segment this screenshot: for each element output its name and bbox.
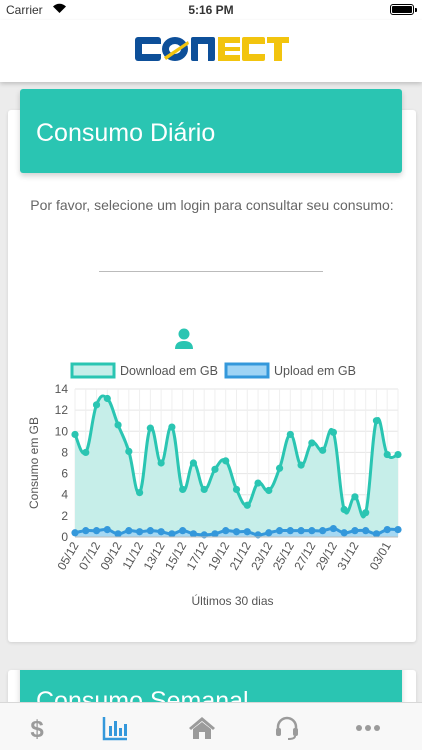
data-point-0 bbox=[157, 459, 165, 467]
data-point-1 bbox=[394, 526, 402, 534]
data-point-0 bbox=[362, 509, 370, 517]
data-point-1 bbox=[92, 527, 101, 535]
data-point-1 bbox=[71, 529, 79, 537]
data-point-0 bbox=[232, 485, 241, 494]
data-point-1 bbox=[189, 530, 198, 538]
y-tick-label: 10 bbox=[55, 424, 69, 438]
data-point-1 bbox=[125, 527, 133, 535]
data-point-0 bbox=[103, 394, 111, 403]
dollar-icon[interactable]: $ bbox=[24, 715, 50, 741]
data-point-0 bbox=[211, 465, 219, 473]
data-point-0 bbox=[297, 461, 305, 469]
data-point-1 bbox=[103, 526, 111, 534]
data-point-0 bbox=[265, 486, 273, 495]
daily-card-header: Consumo Diário bbox=[20, 89, 402, 173]
data-point-0 bbox=[136, 489, 144, 497]
data-point-1 bbox=[114, 530, 122, 538]
data-point-0 bbox=[189, 459, 198, 467]
x-tick-label: 09/12 bbox=[98, 539, 125, 572]
tab-bar: $ bbox=[0, 702, 422, 750]
data-point-1 bbox=[211, 530, 219, 538]
user-icon bbox=[175, 328, 193, 349]
data-point-1 bbox=[308, 527, 316, 535]
bar-chart-icon[interactable] bbox=[102, 715, 128, 741]
login-select-field[interactable] bbox=[99, 256, 323, 272]
legend-label-1: Upload em GB bbox=[274, 364, 356, 378]
y-tick-label: 12 bbox=[55, 403, 69, 417]
y-axis-title: Consumo em GB bbox=[27, 417, 41, 509]
data-point-0 bbox=[125, 447, 133, 455]
x-tick-label: 31/12 bbox=[334, 539, 361, 572]
data-point-0 bbox=[286, 430, 294, 439]
data-point-1 bbox=[329, 524, 337, 533]
data-point-0 bbox=[114, 421, 122, 429]
data-point-1 bbox=[340, 529, 348, 537]
data-point-1 bbox=[297, 527, 305, 535]
battery-icon bbox=[390, 4, 417, 15]
svg-text:$: $ bbox=[30, 716, 44, 741]
app-header bbox=[0, 20, 422, 82]
legend-swatch-1 bbox=[224, 362, 270, 379]
data-point-0 bbox=[179, 485, 187, 494]
y-tick-label: 2 bbox=[61, 509, 68, 523]
login-instruction: Por favor, selecione um login para consu… bbox=[30, 197, 394, 213]
y-tick-label: 6 bbox=[61, 467, 68, 481]
data-point-0 bbox=[340, 505, 348, 514]
status-bar: Carrier 5:16 PM bbox=[0, 0, 422, 20]
data-point-1 bbox=[362, 527, 370, 535]
home-icon[interactable] bbox=[188, 715, 216, 741]
data-point-1 bbox=[286, 527, 294, 535]
data-point-1 bbox=[265, 529, 273, 537]
data-point-0 bbox=[383, 450, 391, 459]
data-point-0 bbox=[394, 450, 402, 459]
data-point-0 bbox=[308, 439, 316, 447]
y-tick-label: 4 bbox=[61, 488, 68, 502]
data-point-0 bbox=[254, 479, 262, 487]
legend-swatch-0 bbox=[70, 362, 116, 379]
headset-icon[interactable] bbox=[274, 715, 300, 741]
data-point-0 bbox=[71, 430, 79, 439]
data-point-1 bbox=[222, 527, 230, 535]
data-point-0 bbox=[351, 493, 359, 501]
data-point-0 bbox=[82, 448, 90, 457]
status-time: 5:16 PM bbox=[188, 3, 234, 17]
data-point-1 bbox=[275, 527, 284, 535]
x-tick-label: 03/01 bbox=[367, 539, 394, 572]
connect-logo bbox=[135, 37, 289, 61]
data-point-1 bbox=[243, 528, 251, 536]
y-tick-label: 14 bbox=[55, 382, 69, 396]
data-point-1 bbox=[157, 528, 165, 536]
data-point-1 bbox=[82, 527, 90, 535]
data-point-0 bbox=[372, 417, 381, 425]
data-point-1 bbox=[168, 530, 176, 538]
data-point-0 bbox=[319, 446, 327, 454]
data-point-0 bbox=[92, 401, 101, 409]
y-tick-label: 8 bbox=[61, 445, 68, 459]
daily-consumption-card: Consumo Diário Por favor, selecione um l… bbox=[8, 89, 416, 642]
more-icon[interactable] bbox=[355, 715, 381, 741]
daily-consumption-chart: 0246810121405/1207/1209/1211/1213/1215/1… bbox=[27, 362, 402, 608]
daily-card-title: Consumo Diário bbox=[36, 119, 216, 147]
data-point-0 bbox=[168, 423, 176, 431]
data-point-0 bbox=[222, 457, 230, 465]
legend-label-0: Download em GB bbox=[120, 364, 218, 378]
data-point-0 bbox=[243, 501, 251, 509]
data-point-0 bbox=[200, 485, 208, 494]
data-point-1 bbox=[146, 527, 154, 535]
data-point-1 bbox=[372, 530, 381, 538]
data-point-1 bbox=[383, 526, 391, 534]
data-point-0 bbox=[275, 464, 284, 472]
data-point-1 bbox=[136, 528, 144, 536]
data-point-1 bbox=[232, 528, 241, 536]
data-point-0 bbox=[329, 428, 337, 436]
x-axis-title: Últimos 30 dias bbox=[191, 593, 273, 608]
data-point-1 bbox=[351, 527, 359, 535]
data-point-1 bbox=[319, 527, 327, 535]
data-point-0 bbox=[146, 424, 154, 432]
data-point-1 bbox=[179, 527, 187, 535]
